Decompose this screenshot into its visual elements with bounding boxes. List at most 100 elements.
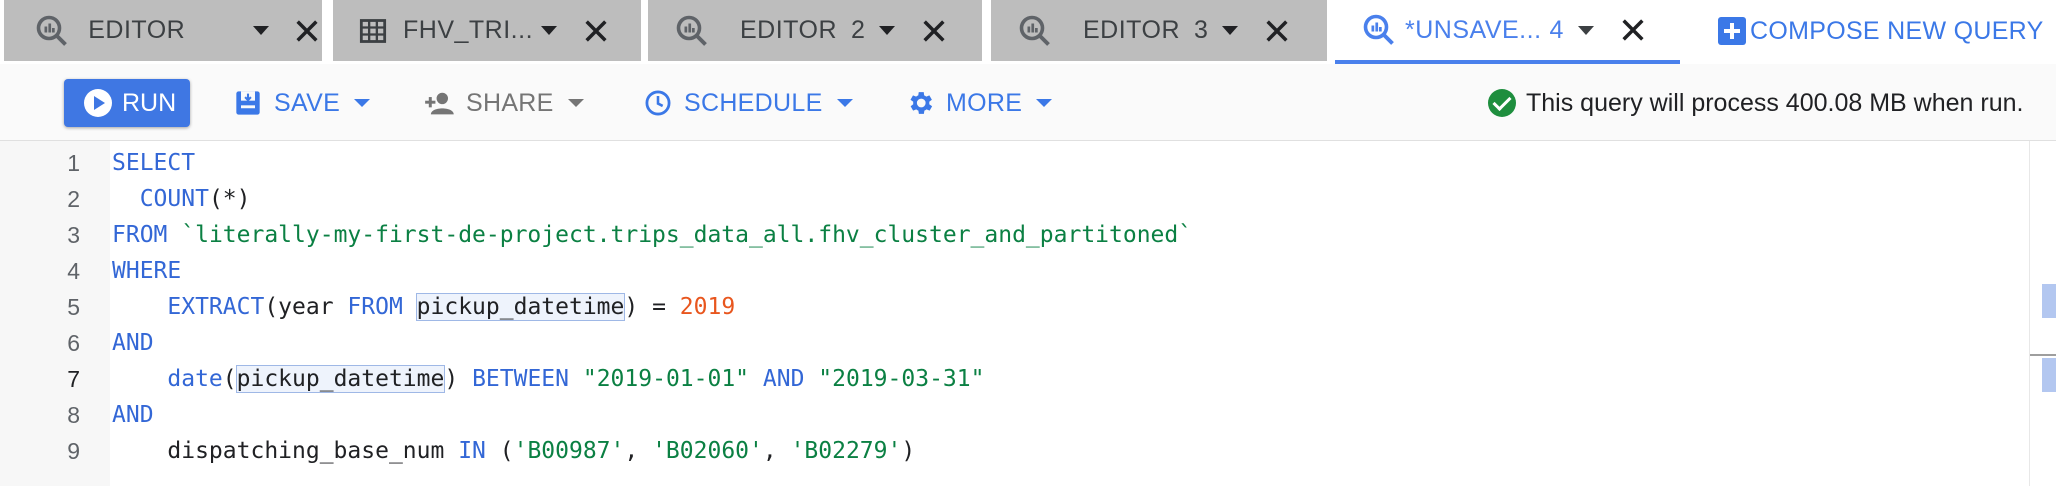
chevron-down-icon <box>354 99 371 107</box>
tab-editor-1[interactable]: EDITOR <box>4 0 322 61</box>
code-text[interactable]: EXTRACT(year FROM pickup_datetime) = 201… <box>112 289 735 325</box>
tab-label: FHV_TRI... <box>403 16 534 44</box>
query-tab-bar: EDITOR FHV_TRI... EDITOR 2 EDITOR 3 *UNS… <box>0 0 2056 64</box>
sql-keyword: date <box>167 366 223 392</box>
tab-menu-chevron-down-icon[interactable] <box>253 26 270 35</box>
clock-icon <box>642 87 674 119</box>
compose-new-query-button[interactable]: COMPOSE NEW QUERY <box>1718 14 2044 48</box>
schedule-button[interactable]: SCHEDULE <box>642 86 853 120</box>
sql-editor[interactable]: 1 SELECT 2 COUNT(*) 3 FROM `literally-my-fir… <box>0 141 2056 486</box>
query-icon <box>674 11 714 51</box>
line-number: 2 <box>67 186 80 212</box>
scrollbar-cursor-marker <box>2030 354 2056 356</box>
sql-keyword: SELECT <box>112 150 196 176</box>
sql-number: 2019 <box>679 294 736 320</box>
sql-string: 'B00987' <box>513 438 625 464</box>
line-number: 6 <box>67 330 80 356</box>
code-text[interactable]: dispatching_base_num IN ('B00987', 'B020… <box>112 433 915 469</box>
chevron-down-icon <box>1036 99 1053 107</box>
sql-string: `literally-my-first-de-project.trips_dat… <box>181 222 1193 248</box>
code-line[interactable]: 2 COUNT(*) <box>0 181 2030 217</box>
code-text[interactable]: SELECT <box>112 145 195 181</box>
scrollbar-highlight-marker <box>2042 358 2056 392</box>
sql-token: , <box>762 438 791 464</box>
code-line[interactable]: 8 AND <box>0 397 2030 433</box>
sql-keyword: FROM <box>347 294 403 320</box>
code-text[interactable]: date(pickup_datetime) BETWEEN "2019-01-0… <box>112 361 984 397</box>
gear-icon <box>904 87 936 119</box>
code-line[interactable]: 7 date(pickup_datetime) BETWEEN "2019-01… <box>0 361 2030 397</box>
sql-keyword: EXTRACT <box>167 294 265 320</box>
more-button[interactable]: MORE <box>904 86 1053 120</box>
sql-string: 'B02279' <box>790 438 902 464</box>
close-icon[interactable] <box>1616 13 1650 47</box>
tab-number: 2 <box>851 16 866 44</box>
code-text[interactable]: AND <box>112 325 154 361</box>
plus-box-icon <box>1718 17 1746 45</box>
code-line[interactable]: 1 SELECT <box>0 145 2030 181</box>
close-icon[interactable] <box>917 14 951 48</box>
tab-menu-chevron-down-icon[interactable] <box>1222 26 1239 35</box>
chevron-down-icon <box>567 99 584 107</box>
code-line[interactable]: 4 WHERE <box>0 253 2030 289</box>
editor-scrollbar[interactable] <box>2029 141 2056 486</box>
code-line[interactable]: 5 EXTRACT(year FROM pickup_datetime) = 2… <box>0 289 2030 325</box>
tab-menu-chevron-down-icon[interactable] <box>879 26 896 35</box>
chevron-down-icon <box>836 99 853 107</box>
code-text[interactable]: COUNT(*) <box>112 181 251 217</box>
tab-label: *UNSAVE... <box>1405 15 1542 44</box>
tab-editor-3[interactable]: EDITOR 3 <box>991 0 1327 61</box>
sql-token: dispatching_base_num <box>112 438 459 464</box>
sql-keyword: AND <box>762 366 805 392</box>
highlighted-identifier: pickup_datetime <box>235 365 446 393</box>
tab-menu-chevron-down-icon[interactable] <box>1577 25 1594 35</box>
save-button[interactable]: SAVE <box>232 86 371 120</box>
tab-editor-2[interactable]: EDITOR 2 <box>648 0 982 61</box>
close-icon[interactable] <box>291 14 322 48</box>
query-icon <box>1361 10 1401 50</box>
sql-keyword: IN <box>458 438 486 464</box>
code-line[interactable]: 9 dispatching_base_num IN ('B00987', 'B0… <box>0 433 2030 469</box>
run-label: RUN <box>122 88 177 117</box>
check-circle-icon <box>1488 89 1516 117</box>
status-text: This query will process 400.08 MB when r… <box>1526 88 2024 117</box>
save-icon <box>232 87 264 119</box>
sql-token: (year <box>264 294 348 320</box>
sql-keyword: WHERE <box>112 258 182 284</box>
tab-label: EDITOR <box>88 16 186 44</box>
query-icon <box>34 11 70 51</box>
table-icon <box>359 11 399 51</box>
tab-number: 4 <box>1549 15 1564 44</box>
tab-fhv-table[interactable]: FHV_TRI... <box>333 0 641 61</box>
line-number: 1 <box>67 150 80 176</box>
tab-unsaved-4[interactable]: *UNSAVE... 4 <box>1335 0 1680 64</box>
code-text[interactable]: FROM `literally-my-first-de-project.trip… <box>112 217 1192 253</box>
query-toolbar: RUN SAVE SHARE SCHEDULE MORE This query … <box>0 64 2056 141</box>
close-icon[interactable] <box>1260 14 1294 48</box>
line-number: 7 <box>67 366 80 392</box>
tab-number: 3 <box>1194 16 1209 44</box>
code-text[interactable]: AND <box>112 397 154 433</box>
tab-label: EDITOR <box>1083 16 1180 44</box>
line-number: 3 <box>67 222 80 248</box>
sql-token: (*) <box>208 186 251 212</box>
sql-keyword: BETWEEN <box>472 366 569 392</box>
sql-string: 'B02060' <box>652 438 763 464</box>
share-button[interactable]: SHARE <box>424 86 584 120</box>
code-line[interactable]: 6 AND <box>0 325 2030 361</box>
sql-keyword: AND <box>112 402 154 428</box>
code-text[interactable]: WHERE <box>112 253 181 289</box>
code-line[interactable]: 3 FROM `literally-my-first-de-project.tri… <box>0 217 2030 253</box>
run-button[interactable]: RUN <box>64 79 190 127</box>
tab-menu-chevron-down-icon[interactable] <box>541 26 558 35</box>
close-icon[interactable] <box>579 14 613 48</box>
play-icon <box>84 89 112 117</box>
scrollbar-highlight-marker <box>2042 284 2056 318</box>
